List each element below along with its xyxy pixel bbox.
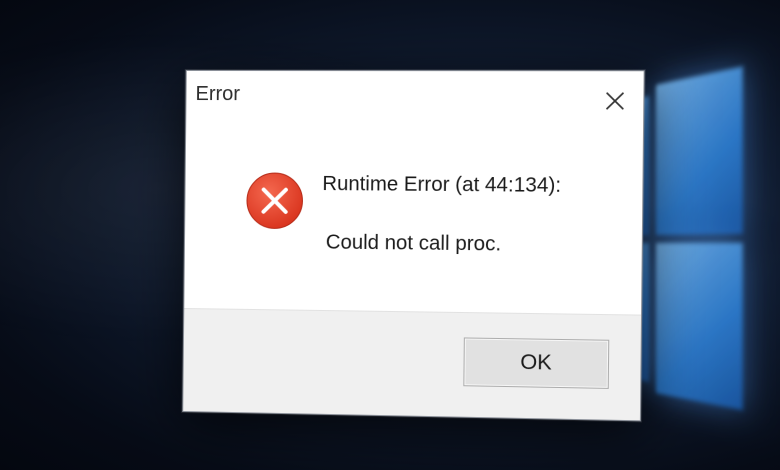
error-message-title: Runtime Error (at 44:134): — [322, 173, 561, 198]
dialog-footer: OK — [183, 308, 641, 420]
error-dialog: Error Runtime Error (at 44:134): Could n… — [182, 70, 645, 421]
error-icon — [245, 171, 304, 230]
dialog-content: Runtime Error (at 44:134): Could not cal… — [184, 127, 643, 314]
close-icon[interactable] — [603, 90, 626, 113]
ok-button[interactable]: OK — [463, 337, 609, 388]
logo-pane — [656, 243, 743, 410]
dialog-title: Error — [195, 83, 240, 106]
logo-pane — [656, 66, 743, 235]
title-bar[interactable]: Error — [186, 71, 643, 129]
error-message-detail: Could not call proc. — [326, 231, 502, 256]
